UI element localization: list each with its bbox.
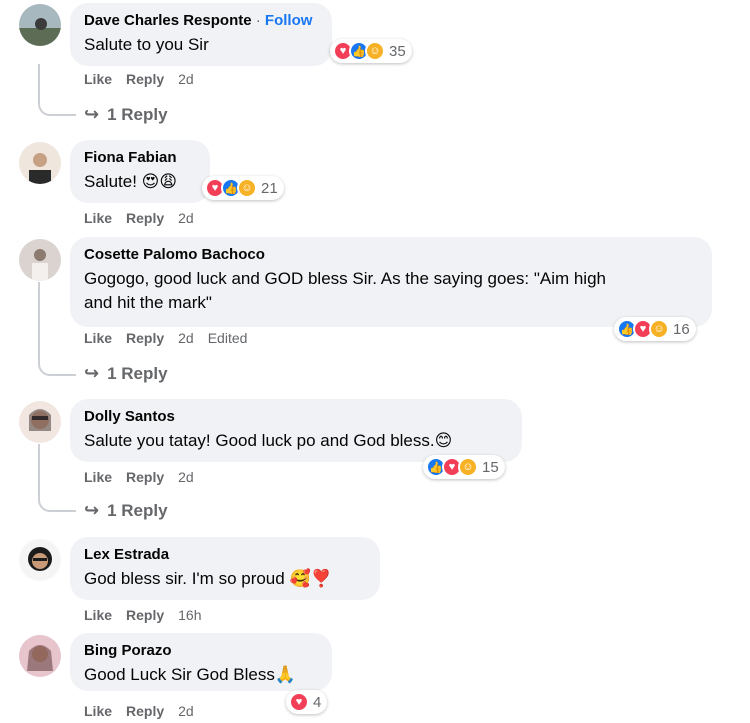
replies-count: 1 Reply: [107, 363, 168, 383]
author-name[interactable]: Cosette Palomo Bachoco: [84, 245, 698, 264]
reactions-summary[interactable]: ♥ 👍 ☺ 35: [330, 39, 412, 63]
reply-link[interactable]: Reply: [126, 703, 164, 719]
reactions-summary[interactable]: ♥ 4: [286, 690, 328, 714]
care-icon: ☺: [365, 41, 385, 61]
care-icon: ☺: [649, 319, 669, 339]
reaction-count: 4: [313, 693, 322, 711]
care-icon: ☺: [237, 178, 257, 198]
avatar[interactable]: [19, 4, 61, 46]
view-replies-button[interactable]: ↪ 1 Reply: [84, 500, 168, 521]
timestamp[interactable]: 2d: [178, 469, 194, 485]
timestamp[interactable]: 2d: [178, 71, 194, 87]
avatar[interactable]: [19, 239, 61, 281]
avatar-image: [19, 4, 61, 46]
comment-bubble: Dave Charles Responte · Follow Salute to…: [70, 3, 332, 66]
avatar-image: [19, 239, 61, 281]
thread-curve: [38, 358, 76, 376]
reply-link[interactable]: Reply: [126, 607, 164, 623]
reaction-count: 16: [673, 320, 690, 338]
author-name[interactable]: Dave Charles Responte: [84, 12, 252, 29]
comment-actions: Like Reply 16h: [84, 607, 202, 623]
comment-actions: Like Reply 2d: [84, 71, 194, 87]
comment-actions: Like Reply 2d: [84, 469, 194, 485]
comment-text: God bless sir. I'm so proud 🥰❣️: [84, 569, 332, 588]
comment-text-line: Gogogo, good luck and GOD bless Sir. As …: [84, 269, 606, 288]
edited-label[interactable]: Edited: [208, 330, 248, 346]
thread-line: [38, 282, 40, 358]
avatar-image: [19, 539, 61, 581]
timestamp[interactable]: 2d: [178, 703, 194, 719]
reply-link[interactable]: Reply: [126, 330, 164, 346]
avatar[interactable]: [19, 539, 61, 581]
comment-actions: Like Reply 2d Edited: [84, 330, 247, 346]
author-name[interactable]: Dolly Santos: [84, 407, 508, 426]
comment-text-line: and hit the mark": [84, 293, 212, 312]
avatar[interactable]: [19, 401, 61, 443]
reaction-count: 35: [389, 42, 406, 60]
comment-bubble: Dolly Santos Salute you tatay! Good luck…: [70, 399, 522, 462]
reactions-summary[interactable]: ♥ 👍 ☺ 21: [202, 176, 284, 200]
comment-bubble: Lex Estrada God bless sir. I'm so proud …: [70, 537, 380, 600]
comment-bubble: Bing Porazo Good Luck Sir God Bless🙏: [70, 633, 332, 691]
timestamp[interactable]: 2d: [178, 330, 194, 346]
thread-line: [38, 64, 40, 98]
thread-curve: [38, 494, 76, 512]
reply-link[interactable]: Reply: [126, 469, 164, 485]
comment-actions: Like Reply 2d: [84, 210, 194, 226]
thread-curve: [38, 98, 76, 116]
heart-icon: ♥: [289, 692, 309, 712]
comment-text: Salute you tatay! Good luck po and God b…: [84, 431, 453, 450]
timestamp[interactable]: 2d: [178, 210, 194, 226]
comment-bubble: Fiona Fabian Salute! 😍😩: [70, 140, 210, 203]
reply-link[interactable]: Reply: [126, 210, 164, 226]
avatar[interactable]: [19, 142, 61, 184]
like-link[interactable]: Like: [84, 607, 112, 623]
like-link[interactable]: Like: [84, 469, 112, 485]
like-link[interactable]: Like: [84, 71, 112, 87]
avatar-image: [19, 635, 61, 677]
view-replies-button[interactable]: ↪ 1 Reply: [84, 363, 168, 384]
reply-arrow-icon: ↪: [84, 500, 100, 520]
author-name[interactable]: Fiona Fabian: [84, 148, 196, 167]
avatar-image: [19, 401, 61, 443]
like-link[interactable]: Like: [84, 210, 112, 226]
reply-link[interactable]: Reply: [126, 71, 164, 87]
view-replies-button[interactable]: ↪ 1 Reply: [84, 104, 168, 125]
reactions-summary[interactable]: 👍 ♥ ☺ 16: [614, 317, 696, 341]
care-icon: ☺: [458, 457, 478, 477]
comment-text: Salute to you Sir: [84, 35, 209, 54]
reaction-count: 21: [261, 179, 278, 197]
avatar-image: [19, 142, 61, 184]
follow-button[interactable]: Follow: [265, 12, 313, 29]
reaction-count: 15: [482, 458, 499, 476]
reply-arrow-icon: ↪: [84, 104, 100, 124]
avatar[interactable]: [19, 635, 61, 677]
thread-line: [38, 444, 40, 494]
replies-count: 1 Reply: [107, 104, 168, 124]
comment-text: Good Luck Sir God Bless🙏: [84, 665, 297, 684]
timestamp[interactable]: 16h: [178, 607, 201, 623]
separator-dot: ·: [255, 12, 261, 29]
author-name[interactable]: Bing Porazo: [84, 641, 318, 660]
reply-arrow-icon: ↪: [84, 363, 100, 383]
author-name[interactable]: Lex Estrada: [84, 545, 366, 564]
comment-bubble: Cosette Palomo Bachoco Gogogo, good luck…: [70, 237, 712, 327]
reactions-summary[interactable]: 👍 ♥ ☺ 15: [423, 455, 505, 479]
comment-text: Salute! 😍😩: [84, 172, 178, 191]
comment-actions: Like Reply 2d: [84, 703, 194, 719]
replies-count: 1 Reply: [107, 500, 168, 520]
like-link[interactable]: Like: [84, 703, 112, 719]
like-link[interactable]: Like: [84, 330, 112, 346]
